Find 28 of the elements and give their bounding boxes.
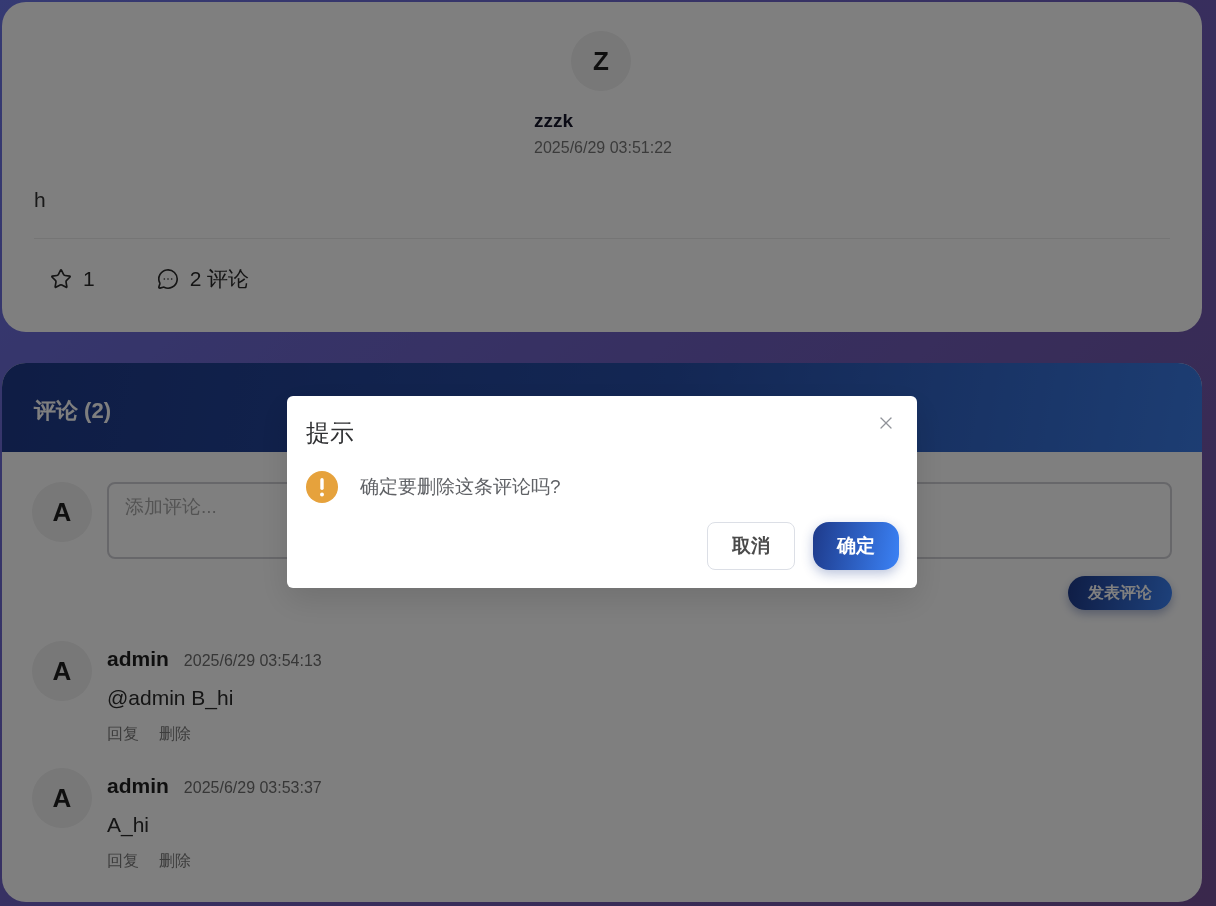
- dialog-title: 提示: [306, 418, 354, 448]
- comment-author: admin: [107, 646, 169, 672]
- star-icon: [50, 268, 72, 290]
- post-comment-button[interactable]: 发表评论: [1068, 576, 1172, 610]
- post-time: 2025/6/29 03:51:22: [534, 138, 672, 158]
- reply-link[interactable]: 回复: [107, 850, 139, 872]
- cancel-button[interactable]: 取消: [707, 522, 795, 570]
- comment-time: 2025/6/29 03:53:37: [183, 779, 322, 797]
- comment-text: A_hi: [107, 812, 150, 839]
- delete-link[interactable]: 删除: [159, 850, 191, 872]
- comment-author: admin: [107, 773, 169, 799]
- speech-bubble-icon: [156, 268, 179, 290]
- confirm-button[interactable]: 确定: [813, 522, 899, 570]
- author-name: zzzk: [534, 109, 574, 133]
- post-content: h: [34, 187, 46, 213]
- like-button[interactable]: 1: [34, 259, 111, 299]
- comment-count-button[interactable]: 2 评论: [140, 259, 266, 299]
- delete-link[interactable]: 删除: [159, 723, 191, 745]
- user-avatar: A: [32, 482, 92, 542]
- reply-link[interactable]: 回复: [107, 723, 139, 745]
- user-avatar: A: [32, 768, 92, 828]
- comments-title: 评论 (2): [34, 397, 111, 425]
- user-avatar: A: [32, 641, 92, 701]
- comment-time: 2025/6/29 03:54:13: [183, 652, 322, 670]
- comment-text: @admin B_hi: [107, 685, 234, 712]
- dialog-message: 确定要删除这条评论吗?: [360, 475, 561, 499]
- warning-icon: [306, 471, 338, 503]
- user-avatar: Z: [571, 31, 631, 91]
